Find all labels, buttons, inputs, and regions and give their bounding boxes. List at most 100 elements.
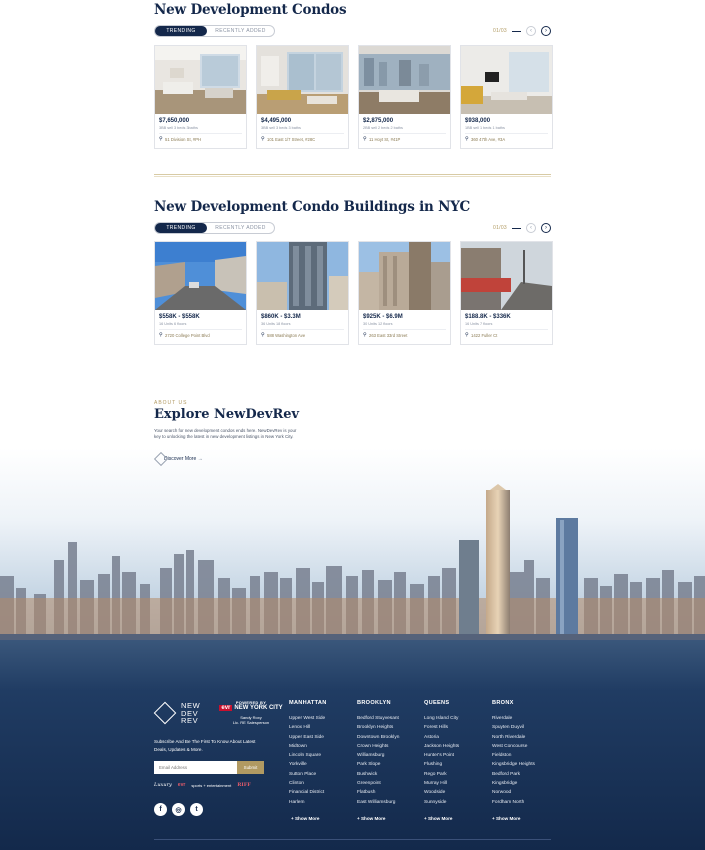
show-more-queens[interactable]: + Show More	[424, 816, 452, 821]
neighborhood-link[interactable]: Harlem	[289, 798, 327, 807]
neighborhood-link[interactable]: Kingsbridge Heights	[492, 760, 535, 769]
listing-photo	[359, 46, 450, 114]
divider	[261, 329, 344, 330]
neighborhood-link[interactable]: Riverdale	[492, 714, 535, 723]
neighborhood-link[interactable]: Bedford Stuyvesant	[357, 714, 399, 723]
neighborhood-link[interactable]: Forest Hills	[424, 723, 459, 732]
neighborhood-link[interactable]: Norwood	[492, 788, 535, 797]
footer-logo[interactable]: NEW DEV REV	[153, 701, 200, 725]
building-card[interactable]: $860K - $3.3M 36 Units 18 floors ⚲ 588 Wa…	[256, 241, 349, 345]
listing-address[interactable]: ⚲ 360 47th Ave, #3A	[465, 137, 505, 143]
pager-count: 01/03	[492, 28, 507, 34]
neighborhood-link[interactable]: Woodside	[424, 788, 459, 797]
neighborhood-link[interactable]: Fordham North	[492, 798, 535, 807]
listing-address[interactable]: ⚲ 11 Hoyt St, #41P	[363, 137, 400, 143]
neighborhood-link[interactable]: Long Island City	[424, 714, 459, 723]
footer-col-manhattan: MANHATTAN Upper West Side Lenox Hill Upp…	[289, 700, 327, 807]
col-title: MANHATTAN	[289, 700, 327, 706]
tab-recently-added[interactable]: RECENTLY ADDED	[207, 26, 274, 36]
neighborhood-link[interactable]: Park Slope	[357, 760, 399, 769]
neighborhood-link[interactable]: Bedford Park	[492, 770, 535, 779]
neighborhood-link[interactable]: Sutton Place	[289, 770, 327, 779]
neighborhood-link[interactable]: Upper West Side	[289, 714, 327, 723]
tab-trending[interactable]: TRENDING	[155, 26, 207, 36]
building-address[interactable]: ⚲ 2720 College Point Blvd	[159, 332, 210, 339]
divider	[465, 133, 548, 134]
neighborhood-link[interactable]: Financial District	[289, 788, 327, 797]
building-address[interactable]: ⚲ 588 Washington Ave	[261, 333, 305, 339]
listing-card[interactable]: $7,650,000 3BB sell 3 beds 3baths ⚲ 51 Di…	[154, 45, 247, 149]
condos-tabs: TRENDING RECENTLY ADDED	[154, 25, 275, 37]
subscribe-text: Subscribe And Be The First To Know About…	[154, 739, 256, 752]
building-card[interactable]: $558K - $558K 16 Units 6 floors ⚲ 2720 Co…	[154, 241, 247, 345]
neighborhood-link[interactable]: Rego Park	[424, 770, 459, 779]
building-card[interactable]: $925K - $6.9M 30 Units 12 floors ⚲ 263 Ea…	[358, 241, 451, 345]
listing-card[interactable]: $2,875,000 2BB sell 2 beds 2 baths ⚲ 11 H…	[358, 45, 451, 149]
tab-recently-added[interactable]: RECENTLY ADDED	[207, 223, 274, 233]
neighborhood-link[interactable]: North Riverdale	[492, 733, 535, 742]
neighborhood-link[interactable]: Lenox Hill	[289, 723, 327, 732]
neighborhood-link[interactable]: Kingsbridge	[492, 779, 535, 788]
neighborhood-link[interactable]: East Williamsburg	[357, 798, 399, 807]
neighborhood-link[interactable]: Flatbush	[357, 788, 399, 797]
neighborhood-link[interactable]: Midtown	[289, 742, 327, 751]
neighborhood-link[interactable]: Williamsburg	[357, 751, 399, 760]
condos-section: New Development Condos TRENDING RECENTLY…	[154, 0, 553, 150]
tab-trending[interactable]: TRENDING	[155, 223, 207, 233]
divider	[159, 329, 242, 330]
neighborhood-link[interactable]: Upper East Side	[289, 733, 327, 742]
neighborhood-link[interactable]: Lincoln Square	[289, 751, 327, 760]
neighborhood-link[interactable]: Spuyten Duyvil	[492, 723, 535, 732]
facebook-icon[interactable]: f	[154, 803, 167, 816]
neighborhood-link[interactable]: Astoria	[424, 733, 459, 742]
neighborhood-link[interactable]: Crown Heights	[357, 742, 399, 751]
submit-button[interactable]: Submit	[237, 761, 264, 774]
next-arrow-icon[interactable]: ›	[541, 223, 551, 233]
buildings-pager: 01/03 ‹ ›	[493, 222, 551, 234]
listing-address[interactable]: ⚲ 101 East 1/7 Street, #28C	[261, 137, 315, 143]
neighborhood-link[interactable]: Yorkville	[289, 760, 327, 769]
building-price-range: $558K - $558K	[159, 314, 200, 320]
prev-arrow-icon[interactable]: ‹	[526, 223, 536, 233]
neighborhood-link[interactable]: Jackson Heights	[424, 742, 459, 751]
listing-price: $4,495,000	[261, 118, 292, 124]
neighborhood-link[interactable]: Greenpoint	[357, 779, 399, 788]
show-more-manhattan[interactable]: + Show More	[291, 816, 319, 821]
address-text: 51 Division St, #PH	[165, 137, 202, 142]
building-address[interactable]: ⚲ 263 East 33rd Street	[363, 333, 407, 339]
prev-arrow-icon[interactable]: ‹	[526, 26, 536, 36]
neighborhood-link[interactable]: West Concourse	[492, 742, 535, 751]
instagram-icon[interactable]: ◎	[172, 803, 185, 816]
building-address[interactable]: ⚲ 1422 Fuller Ct	[465, 333, 497, 339]
building-card[interactable]: $188.8K - $336K 16 Units 7 floors ⚲ 1422 …	[460, 241, 553, 345]
listing-card[interactable]: $4,495,000 3BB sell 3 beds 3 baths ⚲ 101 …	[256, 45, 349, 149]
neighborhood-link[interactable]: Fieldston	[492, 751, 535, 760]
buildings-title: New Development Condo Buildings in NYC	[154, 199, 471, 215]
email-field[interactable]	[154, 761, 237, 774]
twitter-icon[interactable]: t	[190, 803, 203, 816]
map-pin-icon: ⚲	[159, 332, 163, 338]
neighborhood-link[interactable]: Bushwick	[357, 770, 399, 779]
neighborhood-link[interactable]: Sunnyside	[424, 798, 459, 807]
neighborhood-link[interactable]: Hunter's Point	[424, 751, 459, 760]
listing-meta: 3BB sell 3 beds 3baths	[159, 126, 198, 130]
listing-address[interactable]: ⚲ 51 Division St, #PH	[159, 137, 202, 143]
show-more-brooklyn[interactable]: + Show More	[357, 816, 385, 821]
discover-more-button[interactable]: Discover More →	[153, 451, 203, 467]
divider	[363, 133, 446, 134]
newsletter-form: Submit	[154, 761, 264, 774]
show-more-bronx[interactable]: + Show More	[492, 816, 520, 821]
pager-line	[512, 30, 521, 32]
brokerage-logo: evr NEW YORK CITY	[217, 705, 285, 711]
neighborhood-link[interactable]: Flushing	[424, 760, 459, 769]
next-arrow-icon[interactable]: ›	[541, 26, 551, 36]
listing-card[interactable]: $938,000 1BB sell 1 beds 1 baths ⚲ 360 47…	[460, 45, 553, 149]
neighborhood-link[interactable]: Brooklyn Heights	[357, 723, 399, 732]
building-photo	[461, 242, 552, 310]
neighborhood-link[interactable]: Clinton	[289, 779, 327, 788]
pager-count: 01/03	[492, 225, 507, 231]
partner-logo-evr: evr	[177, 782, 186, 788]
neighborhood-link[interactable]: Downtown Brooklyn	[357, 733, 399, 742]
neighborhood-link[interactable]: Murray Hill	[424, 779, 459, 788]
partner-logo-luxury: Luxury	[154, 782, 172, 788]
